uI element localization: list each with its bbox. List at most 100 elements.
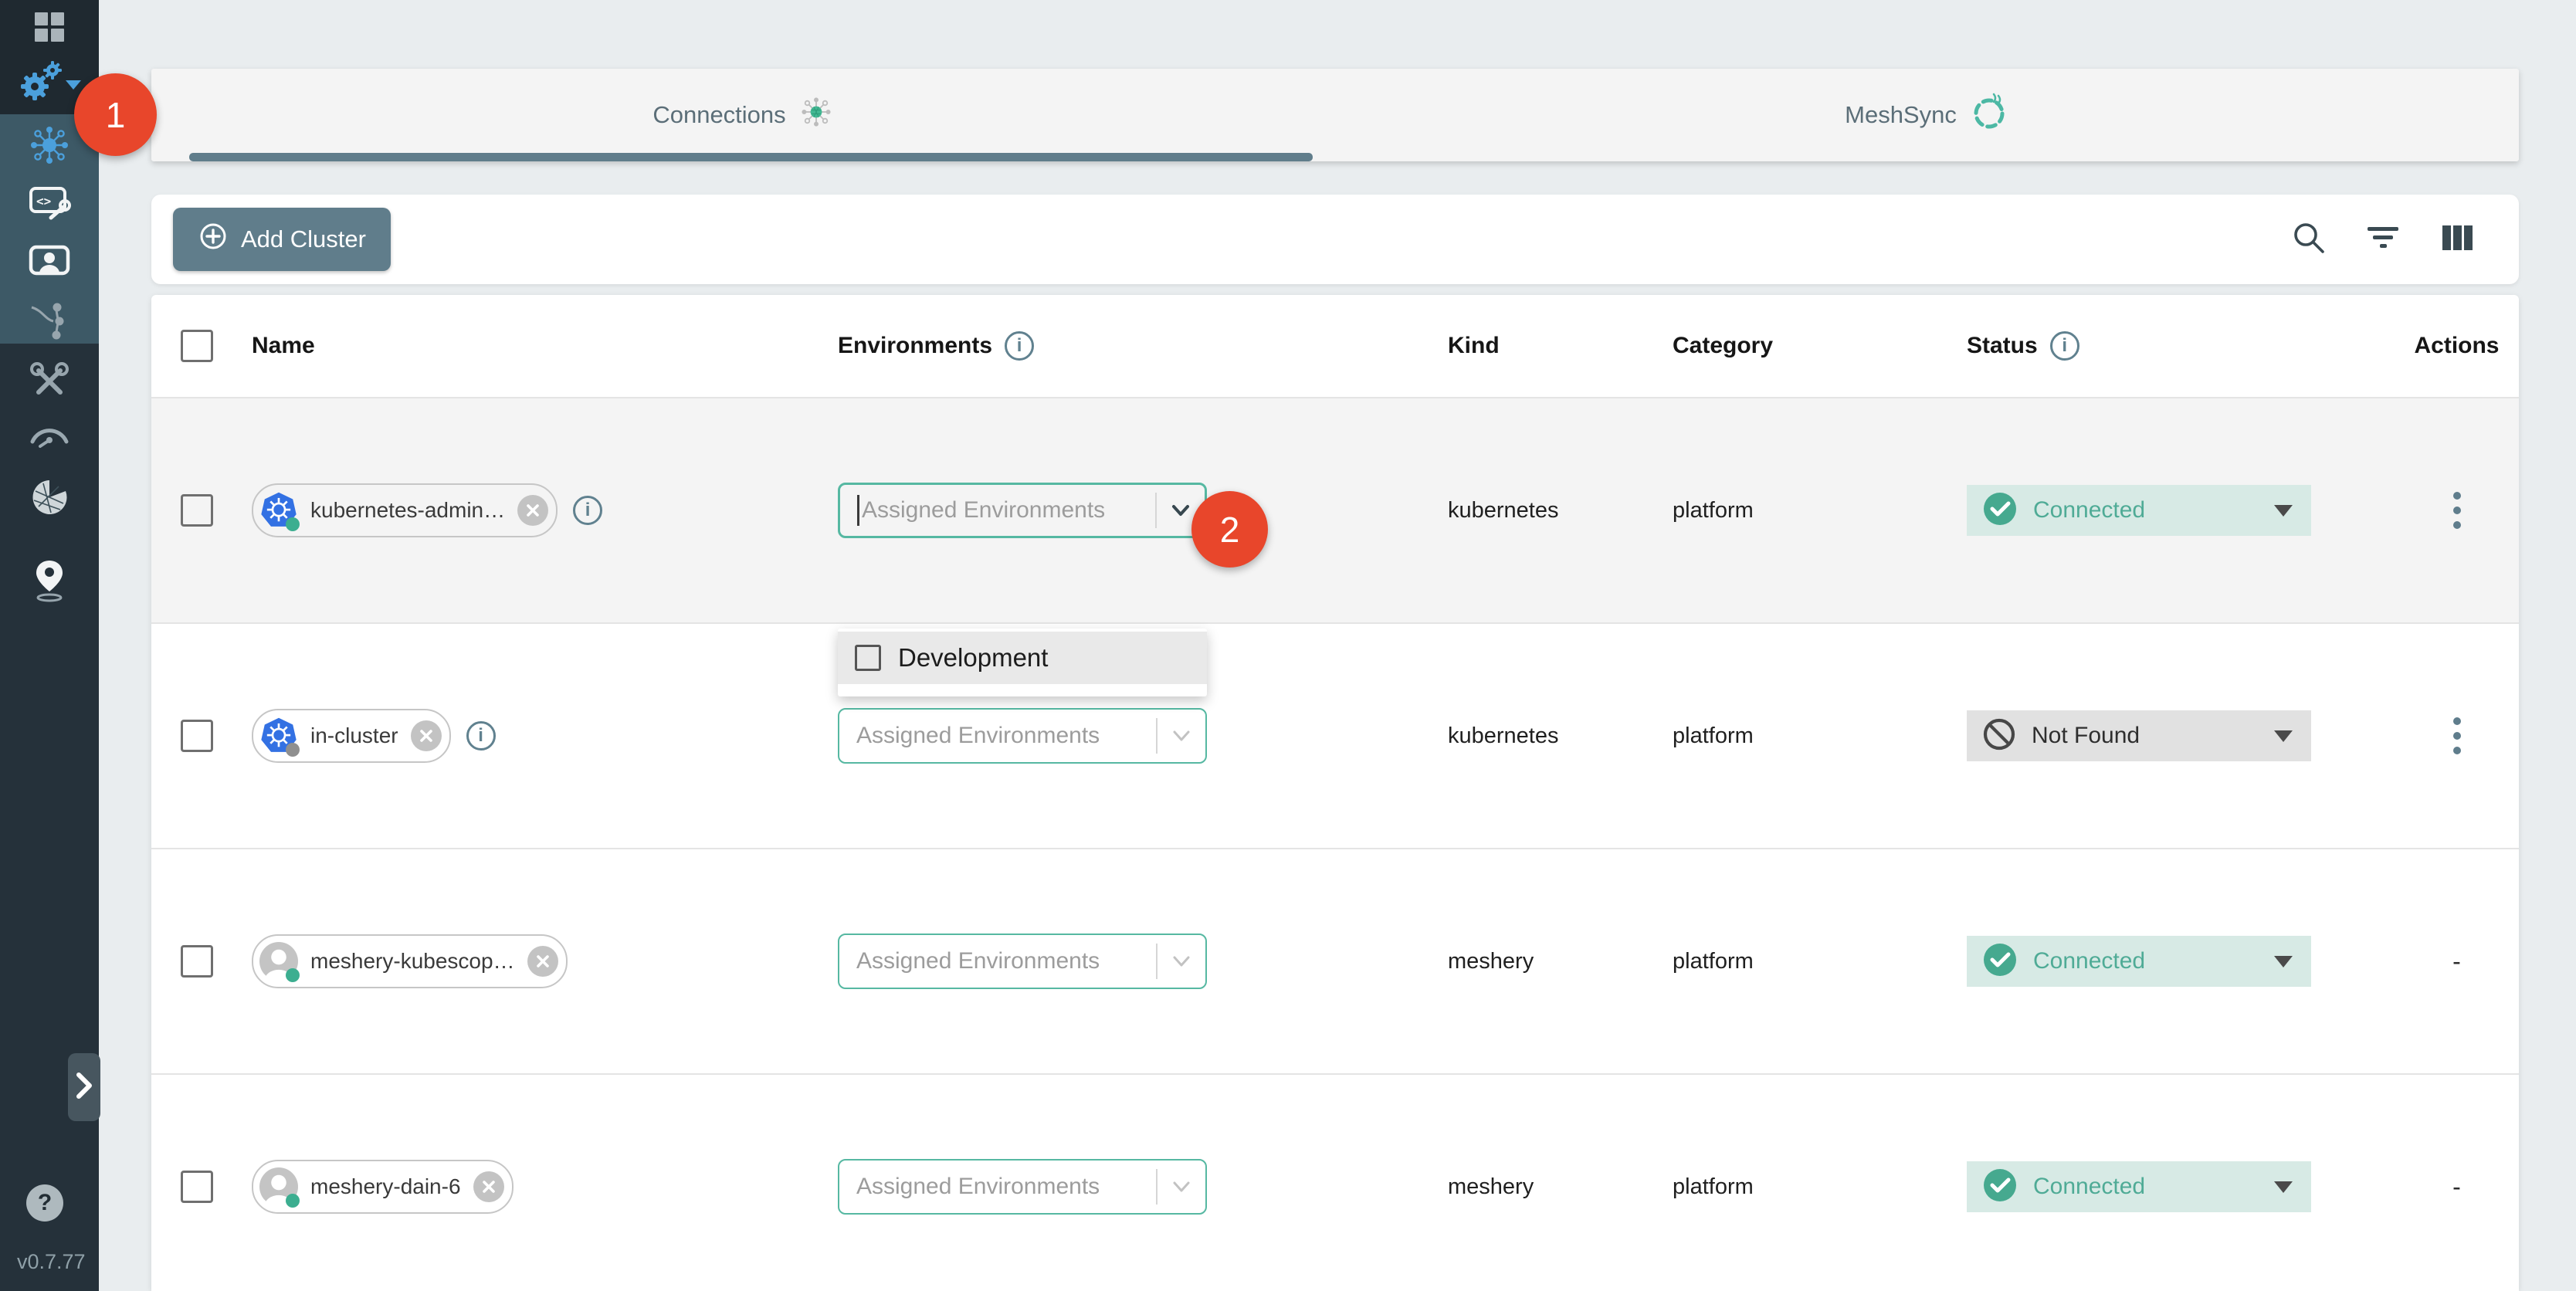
- no-actions-dash: -: [2452, 947, 2461, 976]
- kind-cell: meshery: [1448, 1174, 1673, 1200]
- row-checkbox[interactable]: [181, 1171, 213, 1203]
- meshery-app-window: <>: [0, 0, 2576, 1291]
- column-header-kind: Kind: [1448, 333, 1500, 359]
- category-cell: platform: [1673, 723, 1967, 749]
- select-divider: [1156, 1169, 1158, 1205]
- filter-button[interactable]: [2364, 221, 2401, 258]
- connection-status-dot: [286, 968, 300, 982]
- remove-connection-icon[interactable]: [473, 1171, 504, 1202]
- connections-table: Name Environments i Kind Category Status…: [151, 295, 2519, 1291]
- connection-status-dot: [286, 517, 300, 531]
- tab-meshsync[interactable]: MeshSync: [1335, 69, 2519, 161]
- environments-info-icon[interactable]: i: [1005, 331, 1034, 361]
- row-checkbox[interactable]: [181, 720, 213, 752]
- sidebar-expand-button[interactable]: [68, 1053, 100, 1121]
- help-icon[interactable]: ?: [26, 1184, 63, 1222]
- toolbar-actions: [2290, 221, 2476, 258]
- connection-name: in-cluster: [310, 723, 398, 748]
- column-header-environments: Environments: [838, 333, 992, 359]
- sidebar-item-lifecycle[interactable]: [16, 60, 83, 109]
- chevron-down-icon[interactable]: [1168, 497, 1194, 524]
- dropdown-option-development[interactable]: Development: [838, 632, 1207, 684]
- dropdown-arrow-icon: [2274, 1181, 2293, 1193]
- code-wrench-icon: <>: [28, 184, 71, 228]
- connection-chip[interactable]: meshery-dain-6: [252, 1160, 514, 1214]
- assigned-environments-select[interactable]: Assigned Environments: [838, 934, 1207, 989]
- app-version: v0.7.77: [17, 1250, 86, 1274]
- mesh-network-icon: [28, 124, 71, 171]
- active-tab-indicator: [189, 153, 1313, 161]
- table-row: meshery-kubescop… Assigned Environments …: [151, 848, 2519, 1073]
- select-placeholder: Assigned Environments: [856, 1174, 1151, 1200]
- table-row: in-cluster i Assigned Environments kuber…: [151, 622, 2519, 848]
- add-cluster-label: Add Cluster: [241, 225, 366, 253]
- status-label: Connected: [2033, 1174, 2145, 1200]
- check-circle-icon: [1982, 491, 2018, 530]
- help-glyph: ?: [38, 1190, 52, 1216]
- sidebar-item-adapters[interactable]: <>: [28, 184, 71, 228]
- remove-connection-icon[interactable]: [517, 495, 548, 526]
- status-select[interactable]: Connected: [1967, 936, 2311, 987]
- remove-connection-icon[interactable]: [411, 720, 442, 751]
- tab-connections-label: Connections: [652, 101, 785, 129]
- chevron-down-icon[interactable]: [1168, 1174, 1195, 1200]
- status-select[interactable]: Connected: [1967, 1161, 2311, 1212]
- sidebar-item-remote-sessions[interactable]: [28, 242, 71, 285]
- add-cluster-button[interactable]: Add Cluster: [173, 208, 391, 271]
- location-pin-icon: [29, 557, 69, 608]
- status-info-icon[interactable]: i: [2050, 331, 2079, 361]
- status-select[interactable]: Connected: [1967, 485, 2311, 536]
- chevron-down-icon[interactable]: [1168, 723, 1195, 749]
- sidebar-item-performance[interactable]: [28, 417, 71, 452]
- sidebar-item-toolkit[interactable]: [28, 360, 71, 407]
- connection-chip[interactable]: in-cluster: [252, 709, 451, 763]
- remove-connection-icon[interactable]: [527, 946, 558, 977]
- plus-circle-icon: [198, 221, 229, 258]
- search-button[interactable]: [2290, 221, 2327, 258]
- connection-info-icon[interactable]: i: [573, 496, 602, 525]
- gears-icon: [16, 60, 83, 109]
- search-icon: [2290, 219, 2327, 260]
- mesh-network-icon: [798, 94, 834, 136]
- screen-user-icon: [28, 242, 71, 285]
- slash-circle-icon: [1982, 717, 2016, 755]
- column-header-name: Name: [252, 333, 315, 359]
- category-cell: platform: [1673, 1174, 1967, 1200]
- table-row: meshery-dain-6 Assigned Environments mes…: [151, 1073, 2519, 1291]
- assigned-environments-select[interactable]: Assigned Environments: [838, 483, 1207, 538]
- tab-meshsync-label: MeshSync: [1845, 101, 1957, 129]
- category-cell: platform: [1673, 498, 1967, 524]
- sidebar-item-location[interactable]: [29, 557, 69, 608]
- select-placeholder: Assigned Environments: [862, 497, 1151, 524]
- sidebar-item-dashboard[interactable]: [32, 9, 67, 49]
- sidebar-item-connections[interactable]: [28, 124, 71, 171]
- select-divider: [1155, 493, 1157, 528]
- row-checkbox[interactable]: [181, 945, 213, 978]
- chevron-down-icon[interactable]: [1168, 948, 1195, 974]
- view-columns-button[interactable]: [2439, 221, 2476, 258]
- column-header-status: Status: [1967, 333, 2038, 359]
- network-graph-icon: [29, 301, 70, 345]
- connection-name: meshery-kubescop…: [310, 949, 515, 974]
- assigned-environments-select[interactable]: Assigned Environments: [838, 708, 1207, 764]
- row-actions-kebab[interactable]: [2449, 487, 2466, 534]
- assigned-environments-select[interactable]: Assigned Environments: [838, 1159, 1207, 1215]
- connection-chip[interactable]: kubernetes-admin…: [252, 483, 558, 537]
- dropdown-arrow-icon: [2274, 505, 2293, 517]
- row-checkbox[interactable]: [181, 494, 213, 527]
- sidebar-item-catalog[interactable]: [28, 476, 71, 523]
- option-checkbox[interactable]: [855, 645, 881, 671]
- tab-connections[interactable]: Connections: [151, 69, 1335, 161]
- row-actions-kebab[interactable]: [2449, 713, 2466, 759]
- select-all-checkbox[interactable]: [181, 330, 213, 362]
- status-select[interactable]: Not Found: [1967, 710, 2311, 761]
- connection-name: meshery-dain-6: [310, 1174, 461, 1199]
- connection-chip[interactable]: meshery-kubescop…: [252, 934, 568, 988]
- filter-icon: [2365, 222, 2401, 257]
- dropdown-arrow-icon: [2274, 956, 2293, 967]
- connection-info-icon[interactable]: i: [466, 721, 496, 751]
- sidebar-item-service-graph[interactable]: [29, 301, 70, 345]
- check-circle-icon: [1982, 942, 2018, 981]
- no-actions-dash: -: [2452, 1173, 2461, 1201]
- connection-status-dot: [286, 743, 300, 757]
